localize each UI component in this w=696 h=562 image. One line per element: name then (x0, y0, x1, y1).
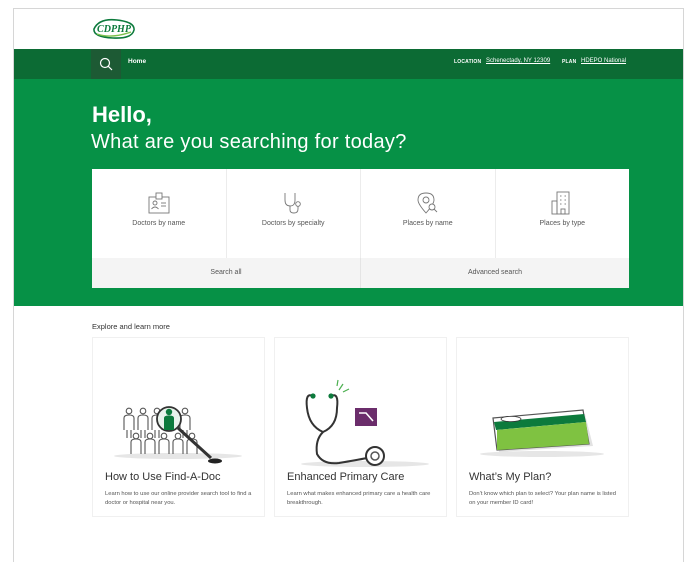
browser-frame: CDPHP Home LOCATION Schenectady, NY 1230… (13, 8, 684, 562)
find-a-doc-card[interactable]: How to Use Find-A-Doc Learn how to use o… (92, 337, 265, 517)
hero-greeting: Hello, (92, 102, 152, 127)
top-header: CDPHP (14, 9, 683, 49)
card-description: Learn how to use our online provider sea… (105, 491, 252, 506)
search-icon (99, 57, 113, 71)
card-title: Enhanced Primary Care (287, 471, 405, 483)
places-by-name-card[interactable]: Places by name (361, 169, 496, 258)
card-description: Don’t know which plan to select? Your pl… (469, 491, 616, 506)
card-label: Doctors by name (132, 220, 186, 227)
search-options: Doctors by name Doctors by specialty Pla… (92, 169, 629, 258)
plan-link[interactable]: HDEPO National (581, 58, 626, 64)
card-title: How to Use Find-A-Doc (105, 471, 221, 483)
card-description: Learn what makes enhanced primary care a… (287, 491, 431, 506)
doctors-by-specialty-card[interactable]: Doctors by specialty (227, 169, 361, 258)
card-label: Places by type (539, 220, 586, 227)
cdphp-logo[interactable]: CDPHP (91, 17, 137, 41)
building-icon (551, 191, 570, 215)
card-label: Doctors by specialty (261, 220, 325, 227)
crowd-magnifier-illustration (114, 406, 242, 464)
doctors-by-name-card[interactable]: Doctors by name (92, 169, 227, 258)
location-label: LOCATION (454, 59, 482, 65)
card-title: What’s My Plan? (469, 471, 552, 483)
home-link[interactable]: Home (128, 58, 146, 65)
logo-text: CDPHP (97, 24, 132, 35)
stethoscope-icon (284, 193, 301, 214)
stethoscope-house-illustration (301, 379, 429, 467)
search-all-button[interactable]: Search all (92, 258, 361, 288)
card-label: Places by name (402, 220, 453, 227)
id-badge-icon (148, 192, 170, 214)
map-pin-search-icon (417, 192, 438, 214)
advanced-search-button[interactable]: Advanced search (361, 258, 629, 288)
places-by-type-card[interactable]: Places by type (496, 169, 630, 258)
explore-heading: Explore and learn more (92, 322, 170, 331)
location-link[interactable]: Schenectady, NY 12309 (486, 58, 550, 64)
hero-subtitle: What are you searching for today? (91, 131, 407, 153)
search-button[interactable] (91, 49, 121, 79)
whats-my-plan-card[interactable]: What’s My Plan? Don’t know which plan to… (456, 337, 629, 517)
plan-label: PLAN (562, 59, 577, 65)
member-id-card-illustration (480, 409, 604, 457)
search-links-bar: Search all Advanced search (92, 258, 629, 288)
enhanced-primary-care-card[interactable]: Enhanced Primary Care Learn what makes e… (274, 337, 447, 517)
